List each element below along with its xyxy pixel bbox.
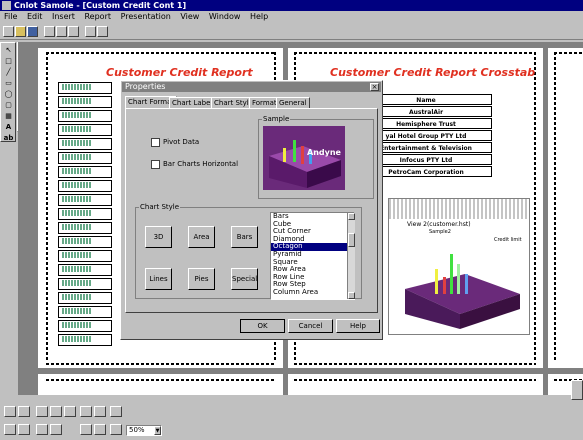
- style-bars-button[interactable]: Bars: [231, 226, 258, 248]
- app-title: Cnlot Samole - [Custom Credit Cont 1]: [14, 1, 187, 10]
- menu-view[interactable]: View: [180, 12, 199, 21]
- align-top-icon[interactable]: [80, 406, 92, 417]
- chart-subcaption: Sample2: [429, 229, 451, 235]
- chart-3d-plot: [405, 254, 520, 329]
- chart-type-list[interactable]: Bars Cube Cut Corner Diamond Octagon Pyr…: [270, 212, 355, 300]
- toolbar: [0, 24, 583, 40]
- sheet-rows: [58, 82, 118, 352]
- align-bottom-icon[interactable]: [94, 406, 106, 417]
- dialog-title: Properties: [125, 82, 166, 91]
- properties-dialog: Properties × Chart Format Chart Labels C…: [120, 80, 383, 340]
- open-folder-icon[interactable]: [15, 26, 26, 37]
- list-item[interactable]: Column Area: [271, 288, 354, 297]
- vertical-scrollbar[interactable]: [571, 380, 583, 400]
- style-lines-button[interactable]: Lines: [145, 268, 172, 290]
- tab-general[interactable]: General: [276, 97, 310, 108]
- fit-page-icon[interactable]: [110, 424, 122, 435]
- far-right-page: [548, 48, 583, 368]
- list-scrollbar[interactable]: [347, 213, 355, 299]
- menu-help[interactable]: Help: [250, 12, 268, 21]
- style-3d-button[interactable]: 3D: [145, 226, 172, 248]
- rounded-rect-tool-icon[interactable]: ▢: [3, 101, 14, 110]
- layout-icon[interactable]: [4, 406, 16, 417]
- sample-preview: Andyne: [263, 126, 345, 190]
- zoom-select[interactable]: 50% ▼: [126, 425, 162, 436]
- sample-brand: Andyne: [307, 148, 341, 157]
- bar-horizontal-checkbox[interactable]: [151, 160, 160, 169]
- cut-icon[interactable]: [44, 26, 55, 37]
- scroll-thumb[interactable]: [348, 233, 355, 247]
- prev-page-icon[interactable]: [18, 424, 30, 435]
- pointer-tool-icon[interactable]: ↖: [3, 46, 14, 55]
- align-right-icon[interactable]: [64, 406, 76, 417]
- chevron-down-icon[interactable]: ▼: [154, 426, 161, 435]
- pivot-data-label: Pivot Data: [163, 138, 200, 146]
- tool-palette: ↖ □ ╱ ▭ ◯ ▢ ▦ A ab: [0, 42, 16, 142]
- copy-icon[interactable]: [56, 26, 67, 37]
- app-title-bar: Cnlot Samole - [Custom Credit Cont 1]: [0, 0, 583, 11]
- last-page-icon[interactable]: [50, 424, 62, 435]
- bar-horizontal-label: Bar Charts Horizontal: [163, 160, 239, 168]
- help-pointer-icon[interactable]: [97, 26, 108, 37]
- pivot-data-checkbox[interactable]: [151, 138, 160, 147]
- image-tool-icon[interactable]: ▦: [3, 112, 14, 121]
- dialog-title-bar: Properties ×: [122, 82, 381, 92]
- size-icon[interactable]: [110, 406, 122, 417]
- close-icon[interactable]: ×: [370, 83, 379, 91]
- field-tool-icon[interactable]: ab: [3, 134, 14, 143]
- line-tool-icon[interactable]: ╱: [3, 68, 14, 77]
- align-center-icon[interactable]: [50, 406, 62, 417]
- box-tool-icon[interactable]: □: [3, 57, 14, 66]
- new-file-icon[interactable]: [3, 26, 14, 37]
- menu-edit[interactable]: Edit: [27, 12, 43, 21]
- style-special-button[interactable]: Special: [231, 268, 258, 290]
- app-icon: [2, 1, 11, 10]
- ok-button[interactable]: OK: [240, 319, 285, 333]
- scroll-up-icon[interactable]: [348, 213, 355, 220]
- menu-file[interactable]: File: [4, 12, 17, 21]
- style-pies-button[interactable]: Pies: [188, 268, 215, 290]
- save-icon[interactable]: [27, 26, 38, 37]
- zoom-value: 50%: [129, 426, 145, 434]
- next-page-icon[interactable]: [36, 424, 48, 435]
- menu-window[interactable]: Window: [209, 12, 241, 21]
- menu-presentation[interactable]: Presentation: [121, 12, 171, 21]
- scroll-down-icon[interactable]: [348, 292, 355, 299]
- chart-caption: View 2(customer.hst): [407, 221, 471, 228]
- print-icon[interactable]: [85, 26, 96, 37]
- grid-icon[interactable]: [18, 406, 30, 417]
- zoom-in-icon[interactable]: [94, 424, 106, 435]
- menu-insert[interactable]: Insert: [52, 12, 75, 21]
- zoom-out-icon[interactable]: [80, 424, 92, 435]
- cancel-button[interactable]: Cancel: [288, 319, 333, 333]
- bottom-page-right: [288, 374, 543, 395]
- style-area-button[interactable]: Area: [188, 226, 215, 248]
- right-report-title: Customer Credit Report Crosstab: [330, 66, 536, 79]
- bottom-toolbar: 50% ▼: [0, 400, 583, 440]
- help-button[interactable]: Help: [336, 319, 380, 333]
- text-tool-icon[interactable]: A: [3, 123, 14, 132]
- paste-icon[interactable]: [68, 26, 79, 37]
- ellipse-tool-icon[interactable]: ◯: [3, 90, 14, 99]
- sample-label: Sample: [262, 115, 291, 123]
- chart-style-label: Chart Style: [139, 203, 181, 211]
- embedded-chart[interactable]: View 2(customer.hst) Sample2 Credit limi…: [388, 198, 530, 335]
- bottom-page-left: [38, 374, 283, 395]
- menu-bar: File Edit Insert Report Presentation Vie…: [0, 11, 583, 23]
- align-left-icon[interactable]: [36, 406, 48, 417]
- sample-chart-image: [269, 140, 341, 188]
- first-page-icon[interactable]: [4, 424, 16, 435]
- menu-report[interactable]: Report: [84, 12, 111, 21]
- rect-tool-icon[interactable]: ▭: [3, 79, 14, 88]
- left-report-title: Customer Credit Report: [106, 66, 253, 79]
